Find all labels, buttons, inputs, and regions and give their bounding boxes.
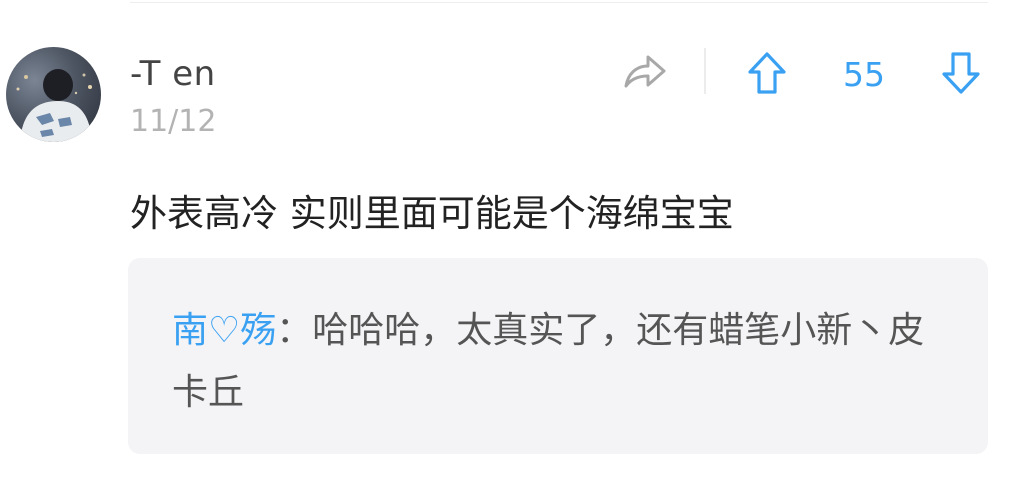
comment-date: 11/12 [130,104,217,139]
vote-count: 55 [843,55,885,94]
username[interactable]: -T en [130,54,216,94]
comment-item: -T en 11/12 55 外表高冷 实则里面可能是个海绵宝宝 南♡殇：哈哈哈… [0,0,1036,484]
divider [130,2,988,3]
share-arrow-icon[interactable] [622,50,668,94]
comment-text: 外表高冷 实则里面可能是个海绵宝宝 [130,192,734,235]
downvote-arrow-icon[interactable] [940,50,982,96]
avatar-image [16,69,92,142]
action-divider [704,48,706,94]
reply-box[interactable]: 南♡殇：哈哈哈，太真实了，还有蜡笔小新丶皮卡丘 [128,258,988,454]
upvote-arrow-icon[interactable] [746,50,788,96]
reply-author[interactable]: 南♡殇 [172,310,276,351]
avatar[interactable] [6,47,101,142]
reply-separator: ： [276,310,313,351]
